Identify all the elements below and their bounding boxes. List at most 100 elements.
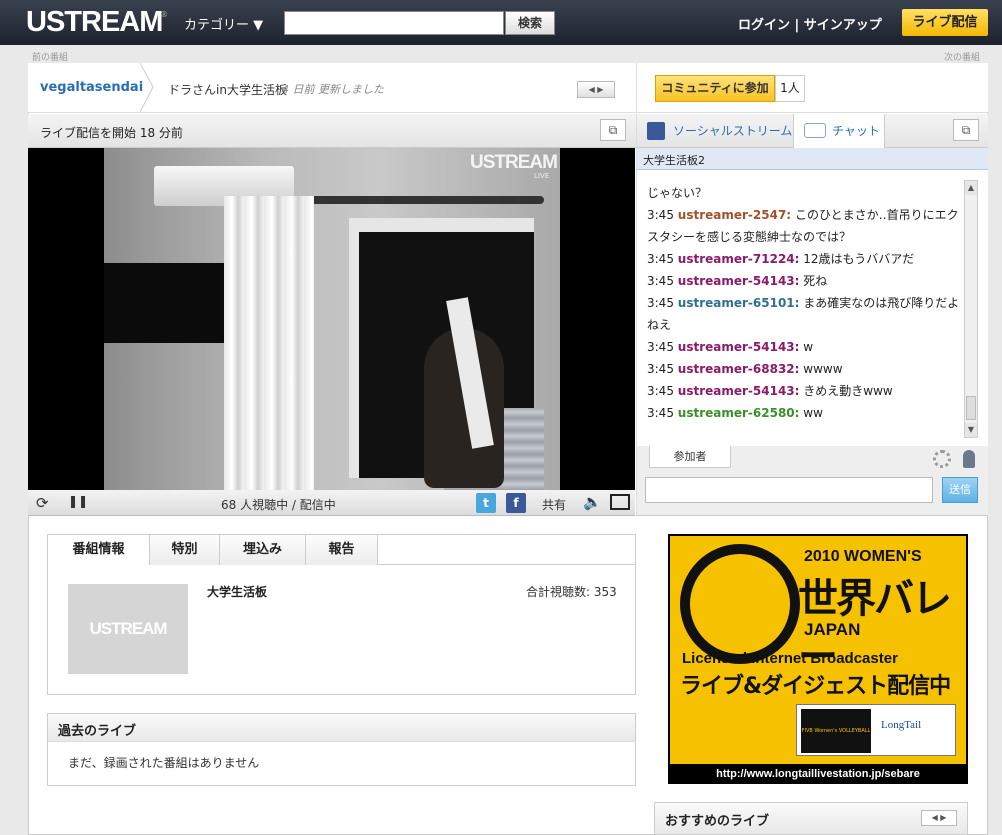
chat-user[interactable]: ustreamer-68832: (678, 362, 800, 376)
tab-participants[interactable]: 参加者 (649, 446, 731, 468)
fivb-logo: FIVB Women's VOLLEYBALL WORLD CHAMPIONSH… (801, 709, 871, 753)
longtail-logo: LongTail (881, 719, 922, 731)
chat-message: 3:45 ustreamer-2547: このひとまさか‥首吊りにエクスタシーを… (647, 204, 965, 248)
chat-input-row: 送信 (636, 470, 988, 516)
chat-text: 12歳はもうババアだ (803, 252, 915, 266)
show-nav-arrows[interactable]: ◀ ▶ (577, 81, 615, 98)
top-bar: USTREAM ® カテゴリー ▼ 検索 ログイン | サインアップ ライブ配信 (0, 0, 1002, 45)
show-thumbnail: USTREAM (68, 584, 188, 674)
advertisement[interactable]: 2010 WOMEN'S 世界バレー JAPAN Licensed Intern… (668, 534, 968, 784)
tab-chat-label: チャット (832, 124, 880, 138)
chat-message: 3:45 ustreamer-62580: ww (647, 402, 965, 424)
volume-icon[interactable]: 🔈 (583, 493, 602, 511)
updated-time: 4 日前 更新しました (282, 83, 384, 96)
search-input[interactable] (284, 11, 504, 35)
send-button[interactable]: 送信 (942, 477, 978, 503)
chat-time: 3:45 (647, 208, 674, 222)
chat-message: じゃない？ (647, 182, 965, 204)
prev-show-link[interactable]: 前の番組 (32, 50, 68, 63)
chat-user[interactable]: ustreamer-54143: (678, 340, 800, 354)
join-community-button[interactable]: コミュニティに参加 (655, 75, 775, 102)
chat-user[interactable]: ustreamer-71224: (678, 252, 800, 266)
chat-user[interactable]: ustreamer-54143: (678, 384, 800, 398)
chat-time: 3:45 (647, 296, 674, 310)
past-live-empty: まだ、録画された番組はありません (68, 756, 260, 770)
past-live-panel: 過去のライブ まだ、録画された番組はありません (47, 713, 636, 786)
scroll-thumb[interactable] (966, 396, 976, 420)
chat-user[interactable]: ustreamer-65101: (678, 296, 800, 310)
login-signup-links[interactable]: ログイン | サインアップ (738, 14, 882, 33)
scroll-down-icon[interactable]: ▼ (965, 423, 977, 437)
chat-bubble-icon (804, 123, 826, 138)
tab-show-info[interactable]: 番組情報 (48, 535, 150, 565)
chat-message: 3:45 ustreamer-54143: w (647, 336, 965, 358)
live-broadcast-button[interactable]: ライブ配信 (902, 9, 988, 36)
video-player[interactable]: USTREAM LIVE (28, 148, 635, 490)
category-menu[interactable]: カテゴリー ▼ (184, 14, 263, 33)
show-title: ドラさんin大学生活板 (168, 83, 287, 97)
social-stream-icon (647, 122, 665, 140)
user-icon[interactable] (963, 450, 975, 468)
chat-time: 3:45 (647, 362, 674, 376)
viewer-status: 68 人視聴中 / 配信中 (221, 498, 336, 512)
past-live-heading: 過去のライブ (48, 714, 635, 742)
chat-text: きめえ動きwww (803, 384, 893, 398)
chat-text: じゃない？ (647, 186, 708, 200)
popout-chat-icon[interactable]: ⧉ (953, 119, 979, 141)
scroll-up-icon[interactable]: ▲ (965, 181, 977, 195)
chat-text: wwww (803, 362, 843, 376)
curtain-rod (294, 196, 544, 204)
pause-icon[interactable]: ❚❚ (68, 494, 88, 508)
recommended-nav-arrows[interactable]: ◀ ▶ (921, 810, 957, 826)
member-count: 1人 (775, 75, 805, 102)
chat-message: 3:45 ustreamer-71224: 12歳はもうババアだ (647, 248, 965, 270)
tab-chat[interactable]: チャット (793, 114, 885, 148)
chat-room-name: 大学生活板2 (636, 148, 988, 170)
tab-report[interactable]: 報告 (306, 535, 378, 565)
registered-mark: ® (160, 10, 168, 19)
volleyball-logo-icon (680, 544, 800, 664)
channel-name[interactable]: vegaltasendai (40, 80, 143, 95)
chat-text: w (803, 340, 814, 354)
recommended-live-panel: おすすめのライブ ◀ ▶ (654, 802, 968, 835)
facebook-icon[interactable]: f (506, 493, 526, 513)
tab-social-stream[interactable]: ソーシャルストリーム (673, 122, 792, 139)
next-show-link[interactable]: 次の番組 (944, 50, 980, 63)
broadcast-started: ライブ配信を開始 18 分前 (40, 126, 183, 140)
total-views: 合計視聴数: 353 (526, 585, 617, 599)
ad-url: http://www.longtaillivestation.jp/sebare (716, 768, 920, 780)
ad-line-5: ライブ&ダイジェスト配信中 (680, 674, 951, 699)
tab-special[interactable]: 特別 (150, 535, 220, 565)
show-info-title: 大学生活板 (207, 585, 268, 599)
curtain (224, 196, 314, 490)
chat-text: 死ね (803, 274, 828, 288)
settings-gear-icon[interactable] (933, 450, 951, 468)
chat-time: 3:45 (647, 340, 674, 354)
chat-user[interactable]: ustreamer-54143: (678, 274, 800, 288)
search-button[interactable]: 検索 (505, 11, 555, 35)
chat-input[interactable] (645, 477, 933, 503)
breadcrumb-arrow-icon (140, 63, 154, 112)
fullscreen-icon[interactable] (610, 494, 630, 510)
chat-user[interactable]: ustreamer-62580: (678, 406, 800, 420)
twitter-icon[interactable]: t (476, 493, 496, 513)
chat-log: じゃない？ 3:45 ustreamer-2547: このひとまさか‥首吊りにエ… (636, 170, 988, 446)
ad-line-3: JAPAN (804, 620, 861, 639)
tab-embed[interactable]: 埋込み (220, 535, 306, 565)
ad-sponsor-logos: FIVB Women's VOLLEYBALL WORLD CHAMPIONSH… (796, 704, 956, 756)
chat-scrollbar[interactable]: ▲ ▼ (964, 180, 978, 438)
refresh-icon[interactable]: ⟳ (36, 494, 49, 512)
popout-video-icon[interactable]: ⧉ (600, 119, 626, 141)
chat-message: 3:45 ustreamer-54143: 死ね (647, 270, 965, 292)
chat-tabs: ソーシャルストリーム チャット ⧉ (636, 114, 988, 148)
chat-time: 3:45 (647, 384, 674, 398)
ustream-logo[interactable]: USTREAM (26, 6, 163, 39)
live-watermark: LIVE (534, 172, 550, 180)
ad-banner: 2010 WOMEN'S 世界バレー JAPAN Licensed Intern… (670, 536, 966, 764)
broadcast-status-bar: ライブ配信を開始 18 分前 ⧉ (28, 114, 636, 148)
chat-user[interactable]: ustreamer-2547: (678, 208, 791, 222)
share-button[interactable]: 共有 (542, 496, 566, 513)
ustream-watermark: USTREAM (470, 152, 558, 173)
chat-text: ww (803, 406, 823, 420)
ad-line-1: 2010 WOMEN'S (804, 548, 922, 565)
